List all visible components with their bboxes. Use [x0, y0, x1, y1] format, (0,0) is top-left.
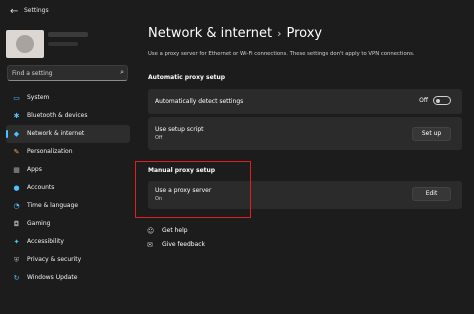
- give-feedback-link[interactable]: ✉ Give feedback: [147, 238, 205, 252]
- breadcrumb: Network & internet › Proxy: [148, 26, 322, 41]
- search-box[interactable]: ⌕: [7, 65, 128, 81]
- give-feedback-label: Give feedback: [162, 241, 206, 248]
- highlight-box: [135, 161, 251, 218]
- wifi-icon: ◆: [13, 130, 20, 138]
- sidebar-item-label: Windows Update: [27, 274, 78, 281]
- brush-icon: ✎: [13, 148, 20, 156]
- feedback-icon: ✉: [147, 241, 153, 249]
- apps-icon: ▦: [13, 166, 20, 174]
- sidebar-item[interactable]: ↻ Windows Update: [6, 269, 130, 287]
- edit-button[interactable]: Edit: [412, 187, 451, 201]
- toggle-knob: [436, 98, 440, 103]
- shield-icon: ⛨: [13, 256, 20, 264]
- help-links: ☺ Get help ✉ Give feedback: [147, 224, 205, 252]
- setup-script-label: Use setup script: [155, 126, 204, 133]
- setup-script-row: Use setup script Off Set up: [148, 117, 462, 150]
- sidebar-item[interactable]: ▭ System: [6, 89, 130, 107]
- sidebar-item-label: Accessibility: [27, 238, 64, 245]
- back-arrow-icon[interactable]: ←: [10, 6, 18, 17]
- sidebar-item[interactable]: ◘ Gaming: [6, 215, 130, 233]
- avatar[interactable]: [6, 30, 44, 58]
- search-icon[interactable]: ⌕: [120, 68, 124, 77]
- chevron-right-icon: ›: [277, 27, 282, 40]
- detect-toggle-state: Off: [419, 97, 428, 104]
- user-name-redacted: [48, 32, 88, 37]
- set-up-button[interactable]: Set up: [412, 127, 451, 141]
- sidebar-item[interactable]: ✦ Accessibility: [6, 233, 130, 251]
- sidebar-item-label: Personalization: [27, 148, 73, 155]
- search-input[interactable]: [12, 68, 116, 78]
- breadcrumb-parent[interactable]: Network & internet: [148, 26, 272, 41]
- sidebar-nav: ▭ System ✱ Bluetooth & devices ◆ Network & in…: [6, 89, 130, 287]
- gamepad-icon: ◘: [13, 220, 20, 228]
- help-icon: ☺: [147, 227, 155, 235]
- sidebar-item-label: Gaming: [27, 220, 51, 227]
- detect-settings-row: Automatically detect settings Off: [148, 89, 462, 114]
- sidebar-item[interactable]: ✎ Personalization: [6, 143, 130, 161]
- main-content: Network & internet › Proxy Use a proxy ser…: [138, 0, 474, 314]
- detect-settings-label: Automatically detect settings: [155, 98, 244, 105]
- sidebar-item[interactable]: ✱ Bluetooth & devices: [6, 107, 130, 125]
- get-help-link[interactable]: ☺ Get help: [147, 224, 205, 238]
- sidebar-item[interactable]: ◆ Network & internet: [6, 125, 130, 143]
- page-description: Use a proxy server for Ethernet or Wi-Fi…: [148, 51, 415, 57]
- detect-settings-toggle[interactable]: [433, 96, 451, 105]
- sidebar-item[interactable]: ● Accounts: [6, 179, 130, 197]
- person-icon: ●: [13, 184, 20, 192]
- sidebar-item[interactable]: ▦ Apps: [6, 161, 130, 179]
- sidebar-item[interactable]: ◔ Time & language: [6, 197, 130, 215]
- accessibility-icon: ✦: [13, 238, 20, 246]
- user-email-redacted: [48, 42, 78, 46]
- section-title-automatic: Automatic proxy setup: [148, 74, 226, 81]
- sidebar-item-label: Network & internet: [27, 130, 85, 137]
- sidebar-item[interactable]: ⛨ Privacy & security: [6, 251, 130, 269]
- bluetooth-icon: ✱: [13, 112, 20, 120]
- page-title: Proxy: [286, 26, 323, 41]
- update-icon: ↻: [13, 274, 20, 282]
- sidebar-item-label: Accounts: [27, 184, 55, 191]
- sidebar-item-label: Apps: [27, 166, 42, 173]
- get-help-label: Get help: [162, 227, 188, 234]
- setup-script-state: Off: [155, 135, 163, 141]
- sidebar-item-label: Time & language: [27, 202, 79, 209]
- globe-clock-icon: ◔: [13, 202, 20, 210]
- window-title: Settings: [24, 7, 49, 14]
- monitor-icon: ▭: [13, 94, 20, 102]
- sidebar: ⌕ ▭ System ✱ Bluetooth & devices ◆ Network & …: [0, 22, 138, 314]
- sidebar-item-label: System: [27, 94, 50, 101]
- sidebar-item-label: Privacy & security: [27, 256, 82, 263]
- sidebar-item-label: Bluetooth & devices: [27, 112, 88, 119]
